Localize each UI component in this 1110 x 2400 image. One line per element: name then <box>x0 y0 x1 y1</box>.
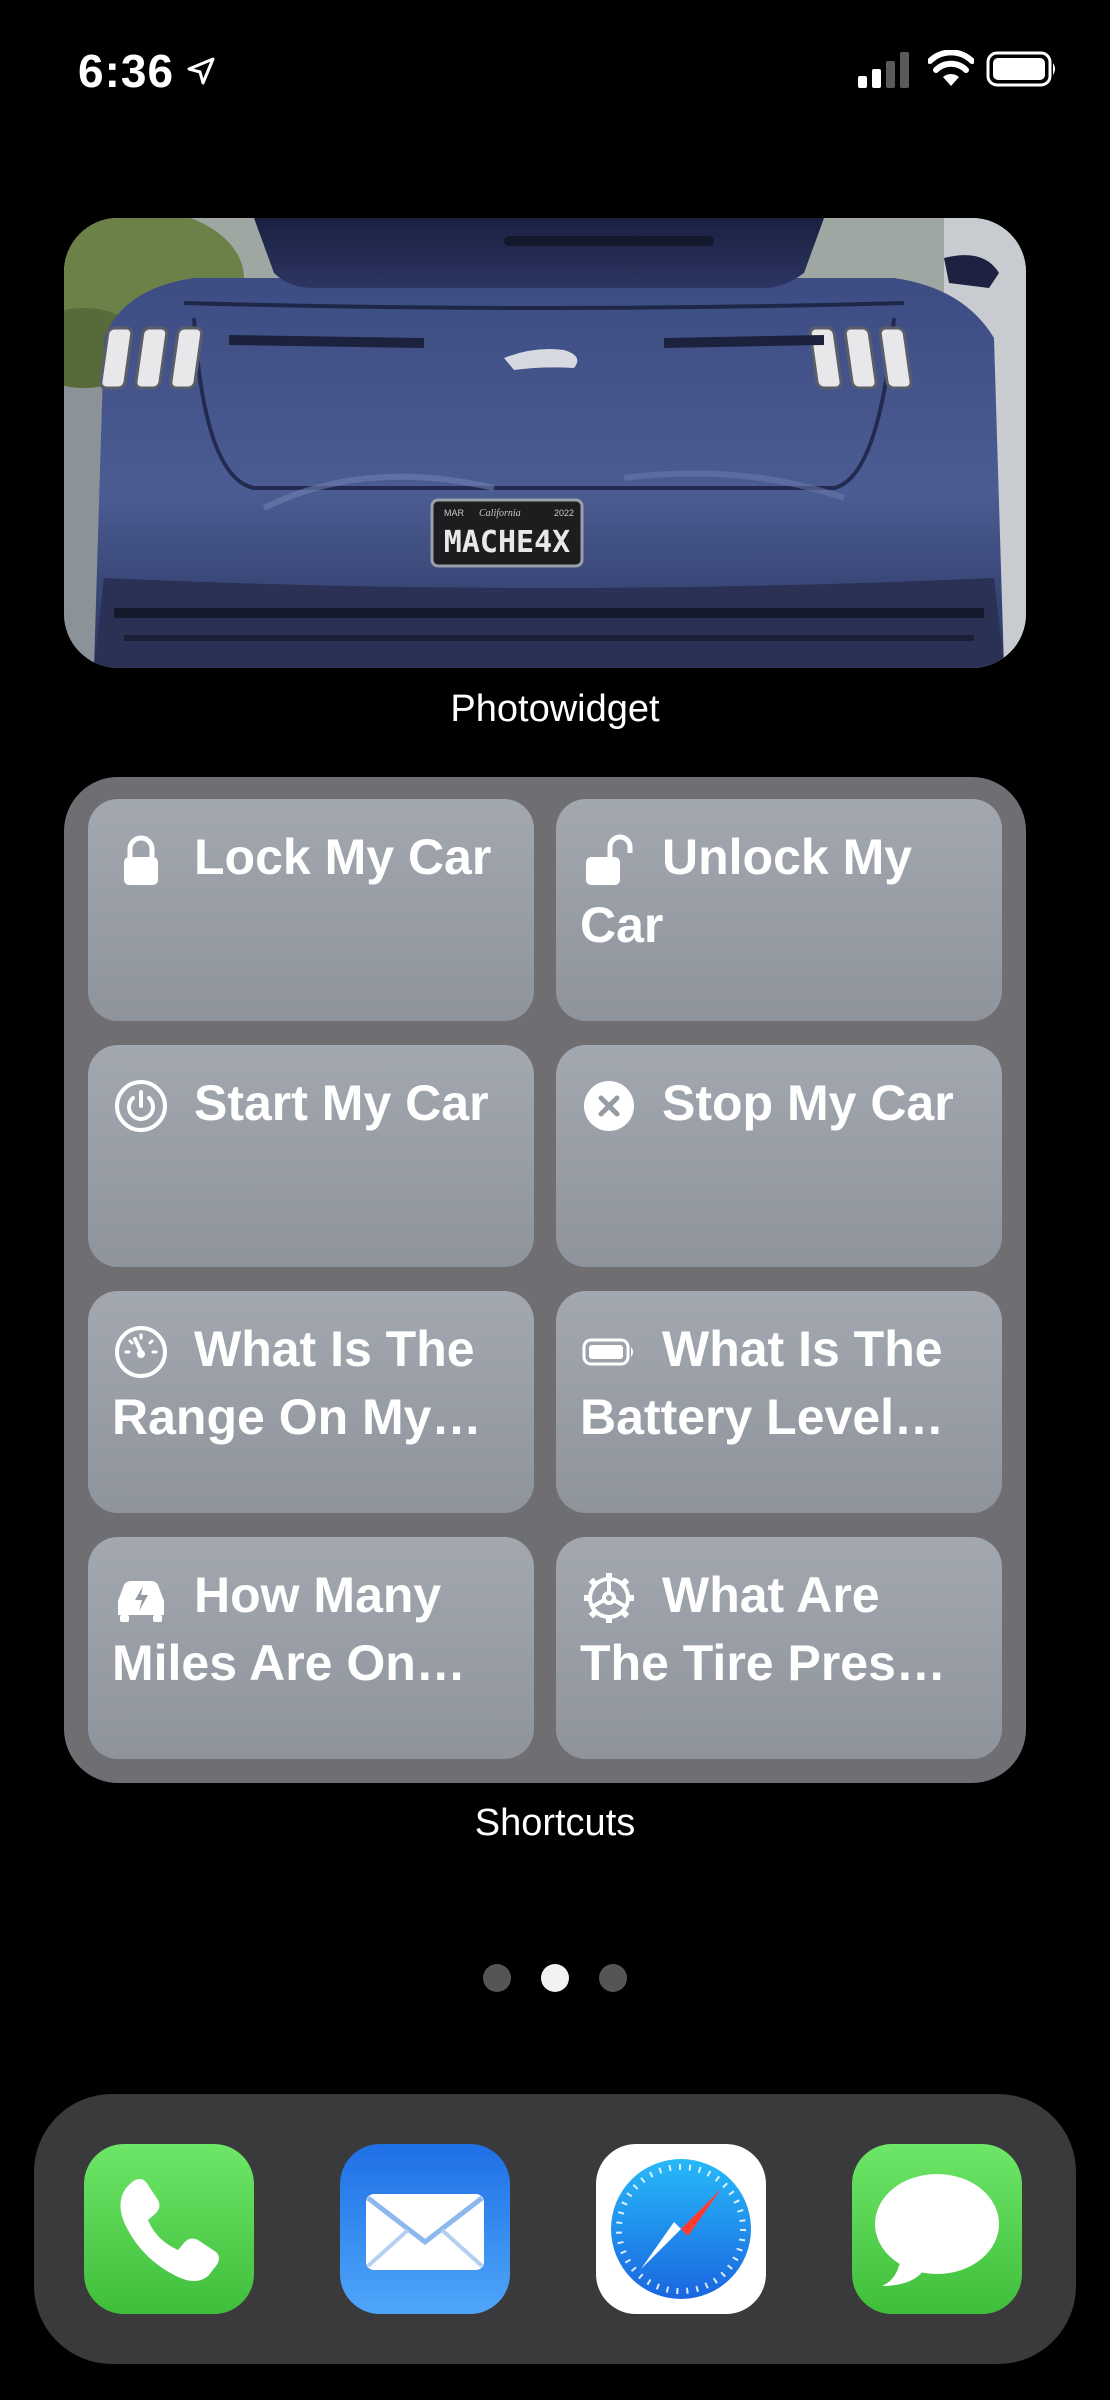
mail-icon <box>340 2144 510 2314</box>
compass-icon <box>596 2144 766 2314</box>
location-arrow-icon <box>187 57 215 85</box>
shortcut-range[interactable]: What Is The Range On My… <box>88 1291 534 1513</box>
tile-label: Start My Car <box>194 1075 489 1131</box>
car-photo: MAR California 2022 MACHE4X <box>64 218 1026 668</box>
tile-label: How Many Miles Are On… <box>112 1567 466 1691</box>
tile-label: What Is The Battery Level… <box>580 1321 945 1445</box>
tile-label: What Is The Range On My… <box>112 1321 482 1445</box>
dock-app-safari[interactable] <box>596 2144 766 2314</box>
dock-app-messages[interactable] <box>852 2144 1022 2314</box>
svg-text:California: California <box>479 508 521 519</box>
wifi-icon <box>928 50 974 86</box>
tile-label: Unlock My Car <box>580 829 913 953</box>
page-dot-3[interactable] <box>599 1964 627 1992</box>
shortcut-miles[interactable]: How Many Miles Are On… <box>88 1537 534 1759</box>
shortcut-battery-level[interactable]: What Is The Battery Level… <box>556 1291 1002 1513</box>
tile-label: Lock My Car <box>194 829 492 885</box>
status-bar: 6:36 <box>0 0 1110 140</box>
shortcuts-widget: Lock My Car Unlock My Car Start My Car S… <box>64 777 1026 1783</box>
shortcut-lock-my-car[interactable]: Lock My Car <box>88 799 534 1021</box>
shortcut-stop-my-car[interactable]: Stop My Car <box>556 1045 1002 1267</box>
page-dot-1[interactable] <box>483 1964 511 1992</box>
page-dot-2[interactable] <box>541 1964 569 1992</box>
shortcut-unlock-my-car[interactable]: Unlock My Car <box>556 799 1002 1021</box>
battery-icon <box>986 51 1055 87</box>
message-bubble-icon <box>852 2144 1022 2314</box>
dock-app-phone[interactable] <box>84 2144 254 2314</box>
photo-widget[interactable]: MAR California 2022 MACHE4X <box>64 218 1026 668</box>
status-time: 6:36 <box>78 45 175 97</box>
shortcuts-widget-caption: Shortcuts <box>474 1802 636 1844</box>
phone-icon <box>84 2144 254 2314</box>
tile-label: What Are The Tire Pres… <box>580 1567 946 1691</box>
shortcut-start-my-car[interactable]: Start My Car <box>88 1045 534 1267</box>
license-plate: MAR California 2022 MACHE4X <box>430 498 584 568</box>
photo-widget-caption: Photowidget <box>450 688 660 730</box>
page-indicator[interactable] <box>0 1964 1110 1996</box>
svg-text:MACHE4X: MACHE4X <box>444 525 570 560</box>
shortcut-tire-pressure[interactable]: What Are The Tire Pres… <box>556 1537 1002 1759</box>
cellular-signal-icon <box>858 52 909 88</box>
dock-app-mail[interactable] <box>340 2144 510 2314</box>
svg-text:MAR: MAR <box>444 508 465 518</box>
svg-text:2022: 2022 <box>554 508 574 518</box>
tile-label: Stop My Car <box>662 1075 954 1131</box>
dock <box>34 2094 1076 2364</box>
